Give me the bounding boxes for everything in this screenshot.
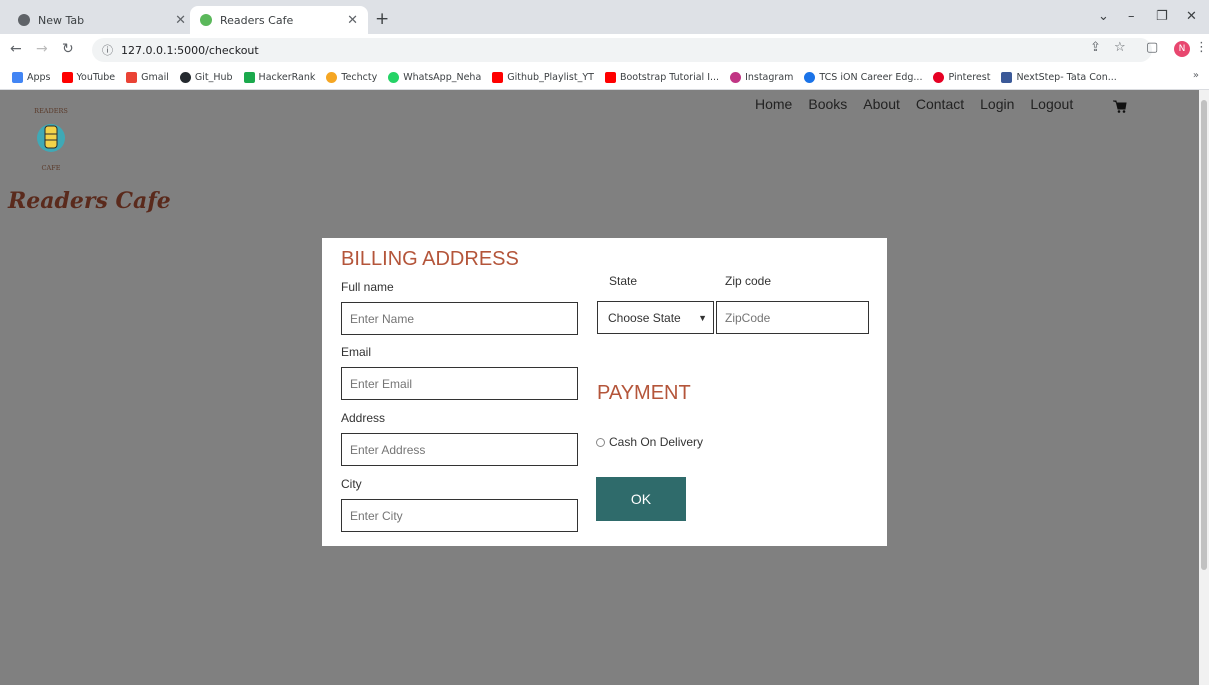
youtube-icon — [61, 72, 73, 83]
chrome-icon — [18, 14, 30, 26]
bookmark-instagram[interactable]: Instagram — [730, 72, 793, 83]
nav-home[interactable]: Home — [755, 96, 792, 112]
city-input[interactable] — [341, 499, 578, 532]
site-favicon-icon — [200, 14, 212, 26]
menu-icon[interactable]: ⋮ — [1195, 40, 1208, 55]
bookmark-techcty[interactable]: Techcty — [326, 72, 377, 83]
share-icon[interactable]: ⇪ — [1090, 40, 1101, 55]
bookmark-youtube[interactable]: YouTube — [61, 72, 115, 83]
address-label: Address — [341, 411, 386, 425]
more-bookmarks-icon[interactable]: » — [1193, 70, 1199, 81]
tab-search-icon[interactable]: ⌄ — [1098, 9, 1109, 24]
info-icon: ⓘ — [102, 44, 113, 57]
instagram-icon — [730, 72, 742, 83]
side-panel-icon[interactable]: ▢ — [1146, 40, 1158, 55]
apps-grid-icon — [12, 72, 23, 83]
address-bar-row: ← → ↻ ⓘ 127.0.0.1:5000/checkout — [0, 34, 1209, 66]
url-field[interactable]: ⓘ 127.0.0.1:5000/checkout — [92, 38, 1152, 62]
scrollbar-thumb[interactable] — [1201, 100, 1207, 570]
bookmark-hackerrank[interactable]: HackerRank — [243, 72, 315, 83]
zip-input[interactable] — [716, 301, 869, 334]
tcs-icon — [1001, 72, 1013, 83]
checkout-form: BILLING ADDRESS Full name Email Address … — [322, 238, 887, 546]
nav-books[interactable]: Books — [808, 96, 847, 112]
state-label: State — [609, 274, 638, 288]
site-nav: Home Books About Contact Login Logout — [755, 96, 1089, 112]
hackerrank-icon — [243, 72, 255, 83]
email-input[interactable] — [341, 367, 578, 400]
fullname-label: Full name — [341, 280, 394, 294]
close-window-icon[interactable]: ✕ — [1186, 9, 1197, 24]
bookmark-apps[interactable]: Apps — [12, 72, 51, 83]
bookmarks-bar: Apps YouTube Gmail Git_Hub HackerRank Te… — [0, 66, 1209, 90]
restore-icon[interactable]: ❐ — [1156, 9, 1168, 24]
minimize-icon[interactable]: – — [1128, 9, 1135, 24]
bookmark-nextstep[interactable]: NextStep- Tata Con... — [1001, 72, 1117, 83]
payment-option-label: Cash On Delivery — [609, 435, 704, 449]
close-tab-icon[interactable]: ✕ — [347, 13, 358, 28]
payment-title: PAYMENT — [597, 382, 691, 404]
browser-tab-bar: New Tab ✕ Readers Cafe ✕ + ⌄ – ❐ ✕ — [0, 0, 1209, 34]
bookmark-pinterest[interactable]: Pinterest — [933, 72, 990, 83]
state-select-value: Choose State — [608, 310, 681, 325]
billing-title: BILLING ADDRESS — [341, 248, 519, 270]
page-overlay: Home Books About Contact Login Logout RE… — [0, 90, 1199, 685]
profile-avatar[interactable]: N — [1174, 41, 1190, 57]
github-icon — [179, 72, 191, 83]
fullname-input[interactable] — [341, 302, 578, 335]
bookmark-github[interactable]: Git_Hub — [179, 72, 233, 83]
chevron-down-icon: ▼ — [698, 312, 707, 323]
zip-label: Zip code — [725, 274, 772, 288]
reload-icon[interactable]: ↻ — [62, 41, 74, 57]
tab-readers-cafe[interactable]: Readers Cafe ✕ — [190, 6, 368, 34]
bookmark-star-icon[interactable]: ☆ — [1114, 40, 1126, 55]
nav-logout[interactable]: Logout — [1030, 96, 1073, 112]
back-icon[interactable]: ← — [10, 41, 22, 57]
bookmark-bootstrap[interactable]: Bootstrap Tutorial I... — [604, 72, 719, 83]
radio-button[interactable] — [596, 437, 605, 447]
tab-label: New Tab — [38, 13, 85, 27]
tab-label: Readers Cafe — [220, 13, 294, 27]
address-input[interactable] — [341, 433, 578, 466]
tab-new-tab[interactable]: New Tab ✕ — [8, 6, 196, 34]
bookmark-tcs-ion[interactable]: TCS iON Career Edg... — [804, 72, 922, 83]
techcty-icon — [326, 72, 338, 83]
state-select[interactable]: Choose State ▼ — [597, 301, 714, 334]
close-tab-icon[interactable]: ✕ — [175, 13, 186, 28]
bookmark-whatsapp[interactable]: WhatsApp_Neha — [388, 72, 481, 83]
youtube-icon — [604, 72, 616, 83]
logo-text-bottom: CAFE — [42, 164, 61, 172]
cart-icon[interactable] — [1113, 100, 1127, 113]
payment-option-cod[interactable]: Cash On Delivery — [596, 435, 703, 449]
new-tab-icon[interactable]: + — [375, 9, 389, 29]
power-icon — [804, 72, 816, 83]
logo[interactable]: READERS CAFE — [28, 104, 74, 174]
nav-contact[interactable]: Contact — [916, 96, 964, 112]
pinterest-icon — [933, 72, 945, 83]
url-text: 127.0.0.1:5000/checkout — [121, 43, 259, 57]
brand-name: Readers Cafe — [8, 188, 171, 214]
bookmark-gmail[interactable]: Gmail — [126, 72, 169, 83]
city-label: City — [341, 477, 362, 491]
youtube-icon — [492, 72, 504, 83]
nav-about[interactable]: About — [863, 96, 900, 112]
ok-button[interactable]: OK — [596, 477, 686, 521]
whatsapp-icon — [388, 72, 400, 83]
nav-login[interactable]: Login — [980, 96, 1014, 112]
forward-icon[interactable]: → — [36, 41, 48, 57]
email-label: Email — [341, 345, 372, 359]
bookmark-github-playlist[interactable]: Github_Playlist_YT — [492, 72, 594, 83]
logo-text-top: READERS — [34, 107, 68, 115]
gmail-icon — [126, 72, 138, 83]
